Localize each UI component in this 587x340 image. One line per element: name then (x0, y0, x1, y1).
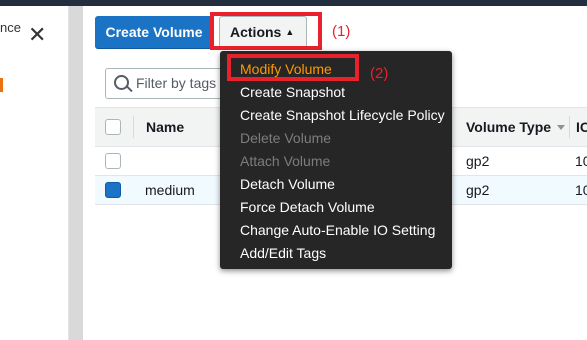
menu-item-change-auto-enable-io[interactable]: Change Auto-Enable IO Setting (240, 222, 435, 238)
filter-input[interactable]: Filter by tags a (105, 68, 235, 99)
column-header-volume-type[interactable]: Volume Type (466, 119, 566, 135)
nav-truncated-text: nce (0, 20, 21, 35)
menu-item-force-detach-volume[interactable]: Force Detach Volume (240, 199, 375, 215)
menu-item-create-snapshot-lifecycle-policy[interactable]: Create Snapshot Lifecycle Policy (240, 107, 445, 123)
actions-dropdown-menu: Modify Volume Create Snapshot Create Sna… (220, 51, 452, 269)
close-icon[interactable]: ✕ (28, 24, 46, 46)
cell-volume-type: gp2 (466, 182, 490, 198)
select-all-checkbox[interactable] (105, 119, 121, 135)
annotation-label-1: (1) (332, 23, 351, 40)
search-icon (114, 75, 129, 90)
annotation-label-2: (2) (370, 65, 389, 82)
left-nav-panel: nce ✕ (0, 6, 69, 340)
cell-volume-type: gp2 (466, 153, 490, 169)
column-header-name[interactable]: Name (146, 119, 184, 135)
column-header-iops[interactable]: IO (576, 119, 587, 135)
column-header-volume-type-label: Volume Type (466, 119, 552, 135)
row-checkbox[interactable] (105, 182, 121, 198)
menu-item-create-snapshot[interactable]: Create Snapshot (240, 84, 345, 100)
panel-scrollbar[interactable] (69, 6, 83, 340)
nav-accent-marker (0, 78, 3, 92)
row-checkbox[interactable] (105, 153, 121, 169)
cell-name: medium (145, 182, 195, 198)
menu-item-attach-volume: Attach Volume (240, 153, 331, 169)
create-volume-button[interactable]: Create Volume (95, 16, 213, 48)
menu-item-detach-volume[interactable]: Detach Volume (240, 176, 335, 192)
cell-iops: 10 (575, 182, 587, 198)
column-divider (133, 116, 134, 138)
menu-item-delete-volume: Delete Volume (240, 130, 332, 146)
menu-item-add-edit-tags[interactable]: Add/Edit Tags (240, 245, 326, 261)
column-divider (569, 116, 570, 138)
filter-placeholder: Filter by tags a (136, 75, 228, 91)
annotation-box-actions (210, 12, 322, 50)
sort-icon (557, 125, 566, 130)
cell-iops: 10 (575, 153, 587, 169)
annotation-box-modify-volume (227, 54, 359, 81)
